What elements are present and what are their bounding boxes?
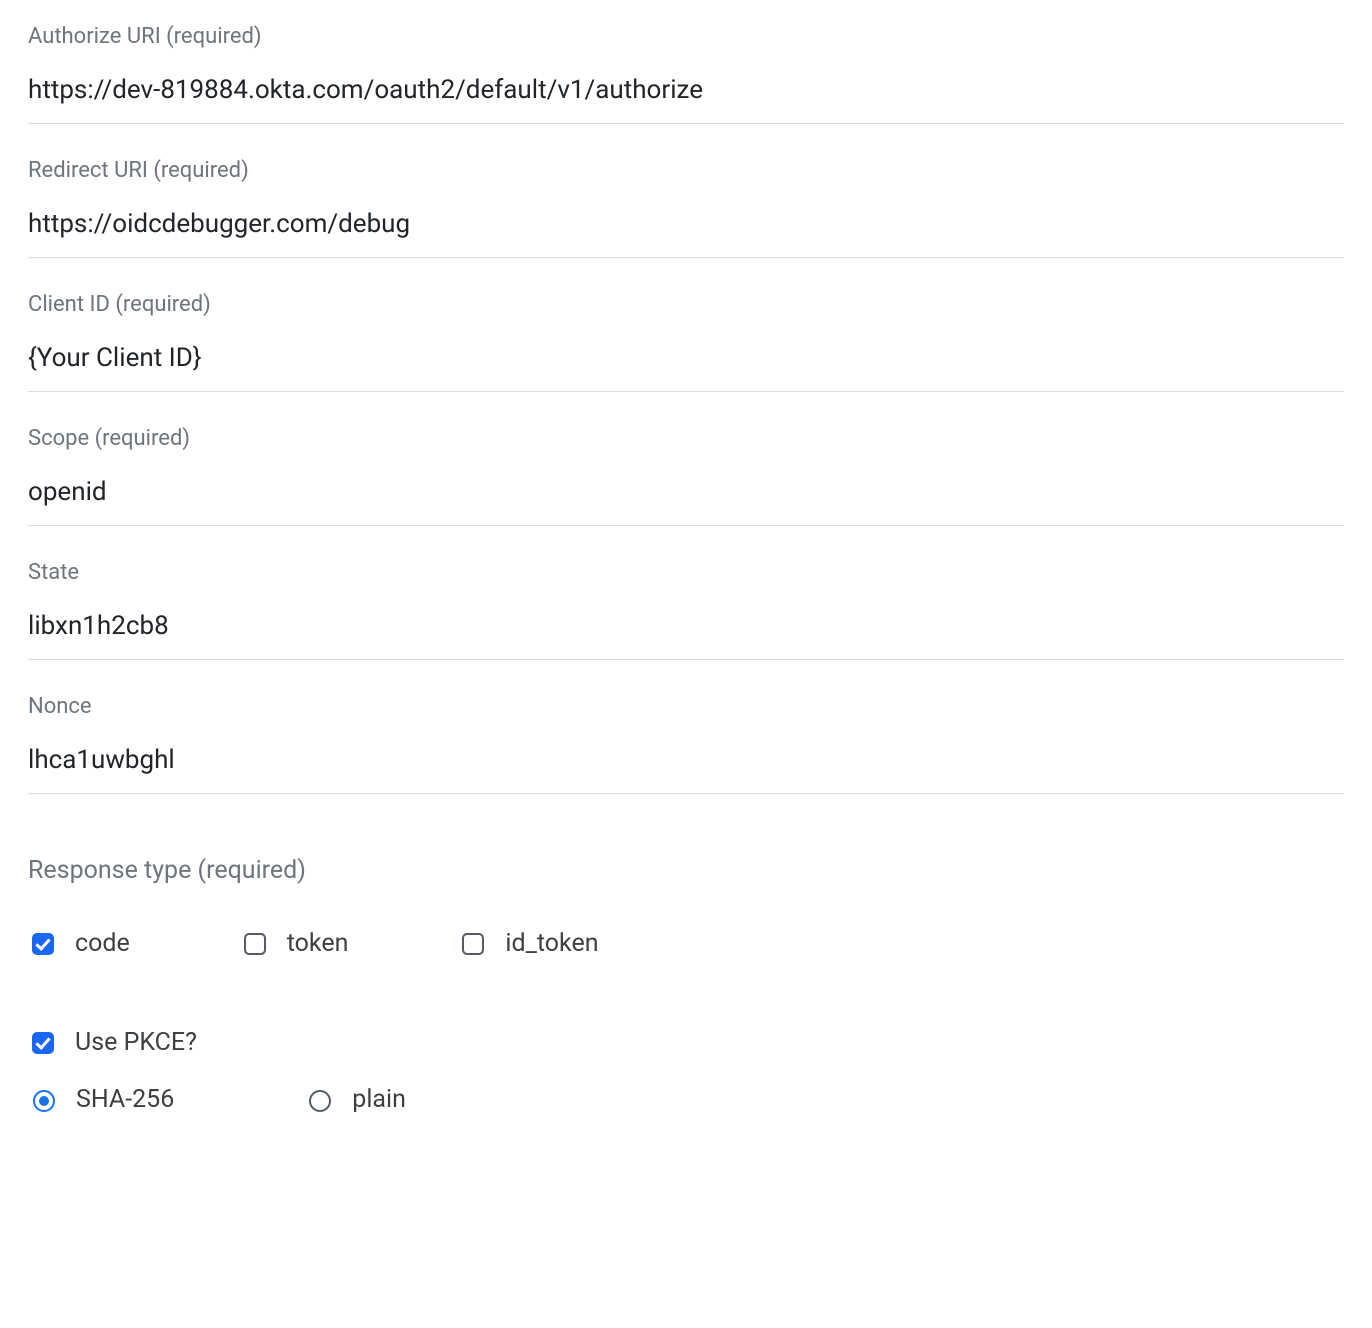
client-id-label: Client ID (required) bbox=[28, 288, 1344, 317]
pkce-method-sha256-radio[interactable] bbox=[33, 1090, 55, 1112]
response-type-id-token-checkbox[interactable] bbox=[462, 933, 484, 955]
field-state: State bbox=[28, 556, 1344, 660]
response-type-code-label: code bbox=[75, 929, 130, 958]
field-scope: Scope (required) bbox=[28, 422, 1344, 526]
authorize-uri-input[interactable] bbox=[28, 67, 1344, 124]
pkce-method-plain[interactable]: plain bbox=[304, 1085, 406, 1114]
response-type-id-token-label: id_token bbox=[505, 929, 598, 958]
field-redirect-uri: Redirect URI (required) bbox=[28, 154, 1344, 258]
response-type-token-label: token bbox=[287, 929, 349, 958]
use-pkce[interactable]: Use PKCE? bbox=[28, 1028, 1344, 1057]
nonce-input[interactable] bbox=[28, 737, 1344, 794]
field-nonce: Nonce bbox=[28, 690, 1344, 794]
field-client-id: Client ID (required) bbox=[28, 288, 1344, 392]
redirect-uri-label: Redirect URI (required) bbox=[28, 154, 1344, 183]
use-pkce-label: Use PKCE? bbox=[75, 1028, 197, 1057]
nonce-label: Nonce bbox=[28, 690, 1344, 719]
response-type-code-checkbox[interactable] bbox=[32, 933, 54, 955]
state-label: State bbox=[28, 556, 1344, 585]
oauth-debug-form: Authorize URI (required) Redirect URI (r… bbox=[0, 0, 1372, 1174]
response-type-id-token[interactable]: id_token bbox=[458, 929, 598, 958]
state-input[interactable] bbox=[28, 603, 1344, 660]
scope-label: Scope (required) bbox=[28, 422, 1344, 451]
response-type-code[interactable]: code bbox=[28, 929, 130, 958]
pkce-method-sha256-label: SHA-256 bbox=[76, 1085, 174, 1114]
use-pkce-checkbox[interactable] bbox=[32, 1032, 54, 1054]
response-type-token-checkbox[interactable] bbox=[244, 933, 266, 955]
client-id-input[interactable] bbox=[28, 335, 1344, 392]
pkce-method-row: SHA-256 plain bbox=[28, 1085, 1344, 1114]
response-type-row: code token id_token bbox=[28, 929, 1344, 958]
scope-input[interactable] bbox=[28, 469, 1344, 526]
response-type-title: Response type (required) bbox=[28, 856, 1344, 885]
field-authorize-uri: Authorize URI (required) bbox=[28, 20, 1344, 124]
authorize-uri-label: Authorize URI (required) bbox=[28, 20, 1344, 49]
pkce-method-plain-label: plain bbox=[352, 1085, 406, 1114]
pkce-method-plain-radio[interactable] bbox=[309, 1090, 331, 1112]
response-type-token[interactable]: token bbox=[240, 929, 349, 958]
redirect-uri-input[interactable] bbox=[28, 201, 1344, 258]
pkce-method-sha256[interactable]: SHA-256 bbox=[28, 1085, 174, 1114]
